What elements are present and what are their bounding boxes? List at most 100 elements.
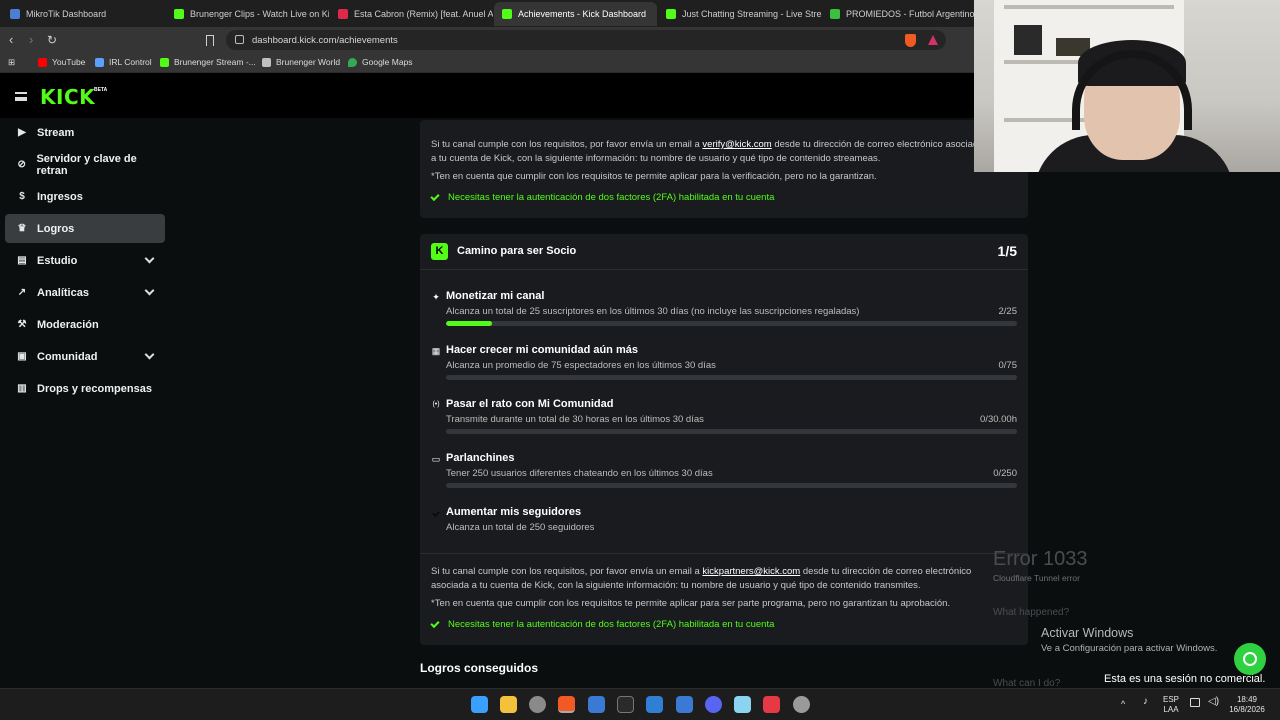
terminal-icon[interactable] (617, 696, 634, 713)
brave-rewards-icon[interactable] (928, 35, 938, 45)
error-subtitle: Cloudflare Tunnel error (993, 573, 1080, 583)
app-icon[interactable] (588, 696, 605, 713)
back-icon[interactable]: ‹ (9, 32, 13, 48)
clock[interactable]: 18:49 16/8/2026 (1226, 695, 1268, 715)
partner-note: *Ten en cuenta que cumplir con los requi… (431, 598, 951, 609)
tab-label: Esta Cabron (Remix) [feat. Anuel AA (354, 9, 493, 19)
apps-grid-icon[interactable]: ⊞ (8, 57, 15, 68)
people-icon: ▦ (431, 346, 441, 356)
bookmark-label: Google Maps (362, 57, 413, 67)
bookmark-icon[interactable] (206, 35, 214, 46)
achievement-desc: Alcanza un promedio de 75 espectadores e… (446, 360, 716, 371)
sidebar-item-label: Estudio (37, 254, 78, 267)
sidebar-item-label: Servidor y clave de retran (36, 152, 137, 177)
text: asociada a tu cuenta de Kick, con la sig… (431, 580, 921, 591)
browser-tab[interactable]: MikroTik Dashboard (2, 2, 165, 26)
browser-tab[interactable]: Esta Cabron (Remix) [feat. Anuel AA (330, 2, 493, 26)
brave-shield-icon[interactable] (905, 34, 916, 47)
sidebar-item-logros[interactable]: ♛ Logros (5, 214, 165, 243)
bookmark-label: IRL Control (109, 57, 152, 67)
forward-icon[interactable]: › (29, 32, 33, 48)
beta-badge: BETA (94, 87, 108, 93)
vscode-icon[interactable] (646, 696, 663, 713)
browser-tab[interactable]: Just Chatting Streaming - Live Stream (658, 2, 821, 26)
bookmark-item[interactable]: IRL Control (95, 57, 152, 67)
sidebar-item-label: Stream (37, 126, 75, 139)
sidebar-item-label: Analíticas (37, 286, 89, 299)
volume-icon[interactable]: ◁) (1208, 697, 1219, 707)
url-text[interactable]: dashboard.kick.com/achievements (252, 35, 398, 46)
brave-icon[interactable] (558, 696, 575, 713)
achievement-desc: Alcanza un total de 25 suscriptores en l… (446, 306, 860, 317)
achievement-title: Monetizar mi canal (446, 290, 545, 302)
wrench-icon: ⚒ (17, 319, 27, 330)
support-chat-icon[interactable] (1234, 643, 1266, 675)
tab-favicon-icon (502, 9, 512, 19)
card-title: Camino para ser Socio (457, 245, 577, 257)
sidebar-item-moderacion[interactable]: ⚒ Moderación (5, 310, 165, 339)
chevron-down-icon[interactable] (144, 349, 155, 360)
menu-icon[interactable] (15, 92, 27, 101)
irl-control-icon (95, 57, 104, 67)
discord-icon[interactable] (705, 696, 722, 713)
progress-track (446, 321, 1017, 326)
notepad-icon[interactable] (734, 696, 751, 713)
trophy-icon: ♛ (17, 223, 27, 234)
chrome-icon[interactable] (529, 696, 546, 713)
language-indicator[interactable]: ESP LAA (1163, 695, 1179, 715)
sidebar-item-comunidad[interactable]: ▣ Comunidad (5, 342, 165, 371)
bookmark-item[interactable]: Brunenger Stream -... (160, 57, 256, 67)
browser-tab-active[interactable]: Achievements - Kick Dashboard ✕ (494, 2, 657, 26)
sidebar-item-server-key[interactable]: ⊘ Servidor y clave de retran (5, 150, 165, 179)
sidebar-item-drops[interactable]: ▥ Drops y recompensas (5, 374, 165, 403)
microphone-icon[interactable]: ♪ (1143, 697, 1148, 707)
achievement-item: ✦ Monetizar mi canal Alcanza un total de… (431, 290, 1017, 330)
kick-logo[interactable]: KICK (40, 85, 95, 109)
link-icon: ⊘ (17, 159, 26, 170)
earned-heading: Logros conseguidos (420, 661, 539, 675)
chevron-up-icon[interactable]: ^ (1121, 699, 1125, 709)
chevron-down-icon[interactable] (144, 253, 155, 264)
sidebar-item-ingresos[interactable]: $ Ingresos (5, 182, 165, 211)
partner-path-card: K Camino para ser Socio 1/5 ✦ Monetizar … (420, 234, 1028, 645)
sidebar-item-stream[interactable]: ▶ Stream (5, 118, 165, 147)
start-icon[interactable] (471, 696, 488, 713)
sparkle-icon: ✦ (432, 292, 440, 302)
file-explorer-icon[interactable] (500, 696, 517, 713)
sidebar-item-estudio[interactable]: ▤ Estudio (5, 246, 165, 275)
shelf-object (1014, 25, 1042, 55)
tab-favicon-icon (666, 9, 676, 19)
webcam-overlay (974, 0, 1280, 172)
divider (420, 553, 1028, 554)
app-icon[interactable] (676, 696, 693, 713)
check-icon (430, 191, 440, 201)
achievement-title: Parlanchines (446, 452, 515, 464)
browser-tab[interactable]: Brunenger Clips - Watch Live on Kick (166, 2, 329, 26)
money-icon: $ (19, 191, 25, 202)
site-info-icon[interactable] (235, 35, 244, 44)
verify-email-link[interactable]: verify@kick.com (702, 139, 771, 150)
video-icon: ▶ (18, 127, 26, 138)
partner-email-link[interactable]: kickpartners@kick.com (702, 566, 800, 577)
achievement-desc: Tener 250 usuarios diferentes chateando … (446, 468, 713, 479)
sidebar-item-label: Comunidad (37, 350, 98, 363)
sidebar-item-analiticas[interactable]: ↗ Analíticas (5, 278, 165, 307)
settings-icon[interactable] (793, 696, 810, 713)
bookmark-item[interactable]: Brunenger World (262, 57, 340, 67)
tab-favicon-icon (830, 9, 840, 19)
sidebar-item-label: Logros (37, 222, 75, 235)
close-tab-icon[interactable]: ✕ (656, 9, 657, 20)
achievement-title: Pasar el rato con Mi Comunidad (446, 398, 614, 410)
chevron-down-icon[interactable] (144, 285, 155, 296)
reload-icon[interactable]: ↻ (47, 32, 57, 48)
browser-tab[interactable]: PROMIEDOS - Futbol Argentino - Fix (822, 2, 974, 26)
bookmark-item[interactable]: YouTube (38, 57, 85, 67)
network-icon[interactable] (1190, 698, 1200, 707)
date: 16/8/2026 (1229, 705, 1265, 714)
bookmark-item[interactable]: Google Maps (348, 57, 413, 67)
chat-icon: ▭ (431, 454, 441, 464)
youtube-icon (38, 57, 47, 67)
address-bar[interactable]: dashboard.kick.com/achievements (226, 30, 946, 50)
anydesk-icon[interactable] (763, 696, 780, 713)
text: Necesitas tener la autenticación de dos … (448, 192, 775, 203)
